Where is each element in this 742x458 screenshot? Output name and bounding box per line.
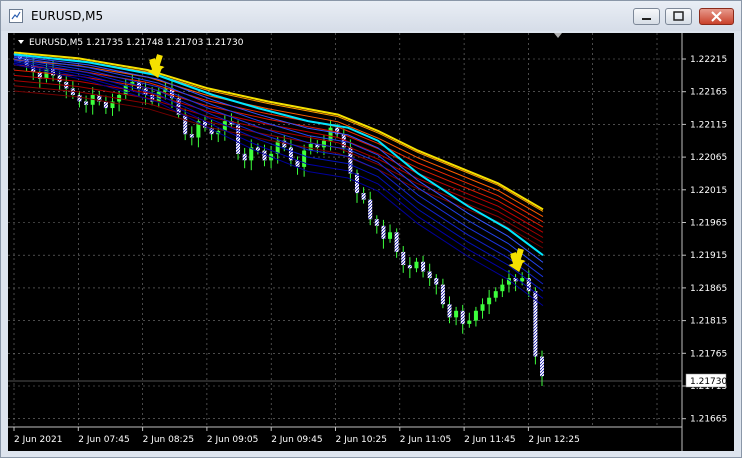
window-title: EURUSD,M5 — [31, 9, 104, 23]
candle-bull — [454, 310, 459, 318]
candle-bear — [183, 114, 188, 135]
candle-bear — [381, 225, 386, 239]
candle-bear — [434, 278, 439, 285]
chart-canvas[interactable]: 1.22215 1.22165 1.22115 1.22065 1.22015 1.219… — [8, 33, 734, 451]
current-price-label: 1.21730 — [690, 377, 727, 387]
price-tick-label: 1.21815 — [690, 317, 727, 327]
candle-bull — [520, 278, 525, 282]
price-tick-label: 1.21915 — [690, 251, 727, 261]
maximize-button[interactable] — [665, 8, 692, 25]
title-bar[interactable]: EURUSD,M5 — [1, 1, 741, 31]
price-tick-label: 1.22165 — [690, 88, 727, 98]
price-chart[interactable]: 1.22215 1.22165 1.22115 1.22065 1.22015 1.219… — [8, 33, 734, 451]
candle-bull — [480, 304, 485, 311]
price-tick-label: 1.21765 — [690, 349, 727, 359]
candle-bear — [103, 101, 108, 109]
candle-bear — [394, 232, 399, 252]
time-tick-label: 2 Jun 10:25 — [336, 435, 387, 445]
candle-bear — [374, 219, 379, 226]
time-tick-label: 2 Jun 08:25 — [143, 435, 194, 445]
time-tick-label: 2 Jun 07:45 — [78, 435, 129, 445]
price-axis: 1.22215 1.22165 1.22115 1.22065 1.22015 1.219… — [682, 55, 727, 425]
price-tick-label: 1.22215 — [690, 55, 727, 65]
time-tick-label: 2 Jun 09:45 — [271, 435, 322, 445]
candle-bear — [84, 101, 89, 105]
candle-bull — [414, 261, 419, 269]
axes: 1.22215 1.22165 1.22115 1.22065 1.22015 1.219… — [8, 33, 727, 451]
candle-bear — [440, 284, 445, 305]
minimize-icon — [642, 18, 651, 20]
ma-line-yellow — [13, 51, 544, 211]
time-tick-label: 2 Jun 2021 — [14, 435, 62, 445]
price-tick-label: 1.22065 — [690, 153, 727, 163]
price-tick-label: 1.21865 — [690, 284, 727, 294]
candle-bull — [473, 310, 478, 321]
candle-bear — [427, 271, 432, 279]
candle-bull — [500, 284, 505, 292]
candle-bear — [255, 147, 260, 151]
candle-bear — [77, 94, 82, 102]
candle-bear — [361, 193, 366, 200]
close-icon — [711, 11, 722, 22]
candle-bull — [321, 140, 326, 148]
price-tick-label: 1.21665 — [690, 415, 727, 425]
candle-bear — [354, 173, 359, 194]
candle-bear — [407, 265, 412, 269]
time-tick-label: 2 Jun 11:45 — [464, 435, 515, 445]
candle-bull — [487, 297, 492, 305]
minimize-button[interactable] — [633, 8, 660, 25]
chart-info-label: EURUSD,M5 1.21735 1.21748 1.21703 1.2173… — [29, 38, 244, 48]
candle-bear — [421, 261, 426, 272]
ma-line-red — [13, 59, 544, 218]
price-tick-label: 1.22015 — [690, 186, 727, 196]
candle-bull — [467, 320, 472, 324]
price-tick-label: 1.22115 — [690, 120, 727, 130]
candle-bull — [388, 232, 393, 239]
candle-bear — [189, 134, 194, 138]
candle-bear — [51, 68, 56, 76]
candle-bull — [493, 291, 498, 298]
time-axis: 2 Jun 2021 2 Jun 07:45 2 Jun 08:25 2 Jun 09… — [13, 427, 580, 445]
candle-bull — [308, 144, 313, 151]
chart-window: EURUSD,M5 1.22215 1.22165 1.22115 1.2206… — [0, 0, 742, 458]
ma-line-red — [13, 85, 544, 244]
ma-line-blue — [13, 55, 544, 263]
time-tick-label: 2 Jun 11:05 — [400, 435, 451, 445]
chart-shift-icon[interactable] — [554, 33, 562, 38]
symbol-info: EURUSD,M5 1.21735 1.21748 1.21703 1.2173… — [18, 38, 244, 48]
maximize-icon — [673, 11, 684, 21]
price-tick-label: 1.21965 — [690, 219, 727, 229]
ma-ribbon — [13, 51, 544, 307]
close-button[interactable] — [699, 8, 734, 25]
time-tick-label: 2 Jun 09:05 — [207, 435, 258, 445]
candle-bear — [262, 150, 267, 161]
time-tick-label: 2 Jun 12:25 — [528, 435, 579, 445]
chart-window-icon — [9, 9, 23, 23]
candle-bear — [447, 304, 452, 318]
signal-arrow-icon — [147, 54, 165, 79]
current-price-marker: 1.21730 — [8, 373, 727, 388]
ma-line-blue — [13, 59, 544, 285]
candle-bear — [57, 75, 62, 82]
candle-bear — [401, 251, 406, 266]
chart-menu-icon[interactable] — [18, 40, 24, 44]
candle-bull — [302, 150, 307, 167]
candle-bear — [540, 356, 544, 377]
candle-bear — [368, 199, 373, 220]
candle-bear — [460, 310, 465, 324]
candle-bear — [242, 153, 247, 161]
